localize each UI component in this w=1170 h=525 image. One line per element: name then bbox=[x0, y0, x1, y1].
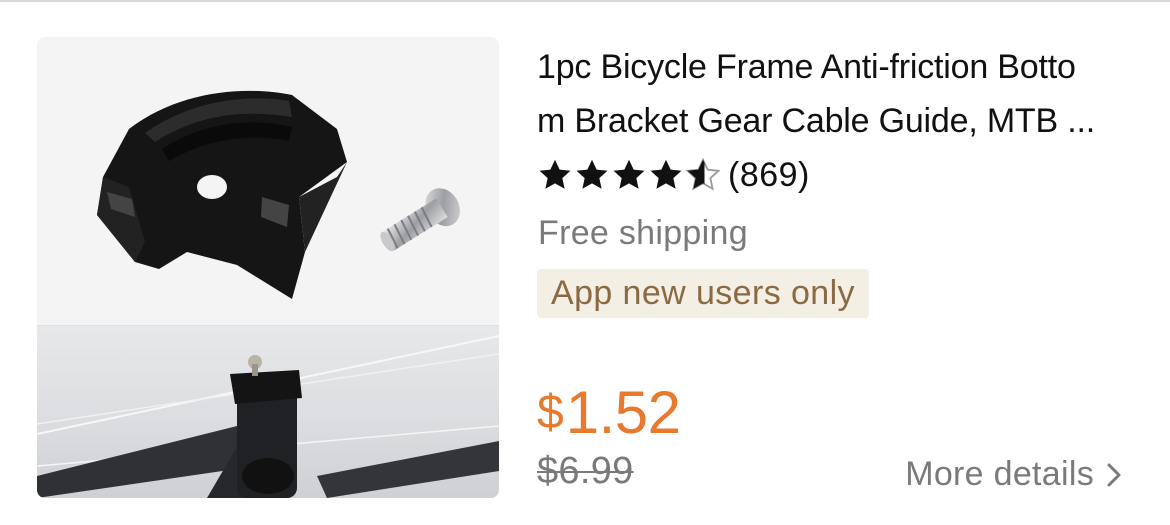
product-rating: (869) bbox=[537, 152, 810, 198]
star-full-icon bbox=[576, 159, 608, 189]
review-count[interactable]: (869) bbox=[728, 156, 810, 195]
star-full-icon bbox=[613, 159, 645, 189]
star-half-icon bbox=[685, 157, 721, 191]
promo-badge: App new users only bbox=[537, 269, 869, 318]
product-image[interactable] bbox=[37, 37, 499, 498]
installed-photo-part bbox=[37, 326, 499, 498]
price-currency: $ bbox=[537, 386, 564, 439]
star-full-icon bbox=[650, 159, 682, 189]
star-full-icon bbox=[539, 159, 571, 189]
original-price: $6.99 bbox=[537, 450, 634, 492]
price-value: 1.52 bbox=[565, 379, 681, 446]
product-title-line-2: m Bracket Gear Cable Guide, MTB ... bbox=[537, 102, 1095, 140]
rating-stars bbox=[537, 157, 722, 193]
sale-price: $ 1.52 bbox=[537, 378, 681, 448]
shipping-label: Free shipping bbox=[538, 214, 748, 252]
bike-frame-illustration bbox=[37, 335, 499, 498]
cable-guide-illustration bbox=[97, 90, 460, 299]
product-card[interactable]: 1pc Bicycle Frame Anti-friction Botto m … bbox=[0, 0, 1170, 525]
chevron-right-icon bbox=[1107, 463, 1121, 486]
more-details-link[interactable]: More details bbox=[905, 455, 1124, 494]
more-details-label: More details bbox=[905, 455, 1094, 493]
product-title[interactable]: 1pc Bicycle Frame Anti-friction Botto m … bbox=[537, 40, 1137, 148]
product-photo-part bbox=[37, 37, 499, 325]
product-title-line-1: 1pc Bicycle Frame Anti-friction Botto bbox=[537, 48, 1076, 86]
